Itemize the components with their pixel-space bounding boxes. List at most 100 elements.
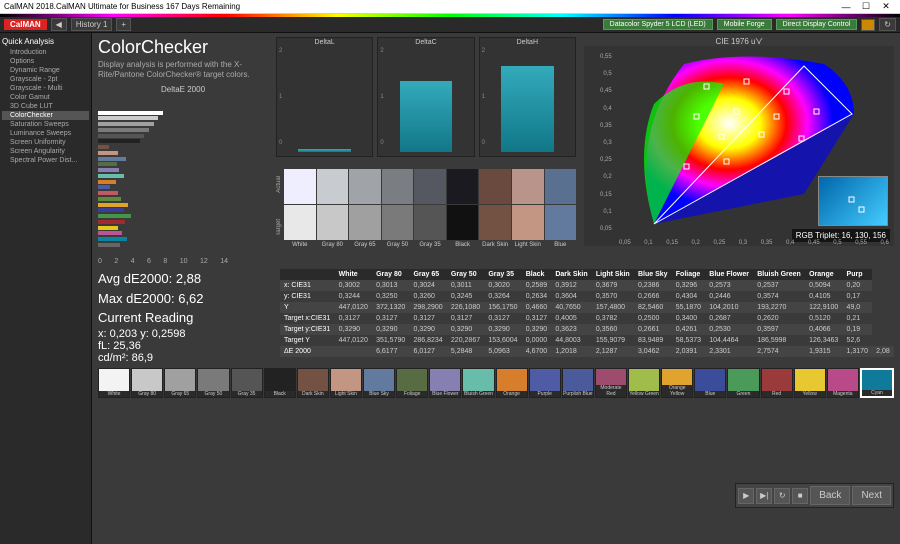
- mini-chart-deltac: DeltaC210: [377, 37, 474, 157]
- bottom-swatch-16[interactable]: Yellow Green: [628, 368, 660, 398]
- de-bar: [98, 162, 117, 166]
- bottom-swatch-10[interactable]: Blue Flower: [429, 368, 461, 398]
- warn-icon[interactable]: [861, 19, 875, 31]
- swatch-1[interactable]: Gray 80: [317, 169, 349, 249]
- bottom-swatch-22[interactable]: Magenta: [827, 368, 859, 398]
- swatch-7[interactable]: Light Skin: [512, 169, 544, 249]
- sidebar-item-5[interactable]: Color Gamut: [2, 93, 89, 102]
- sidebar-item-9[interactable]: Luminance Sweeps: [2, 129, 89, 138]
- maximize-button[interactable]: ☐: [856, 1, 876, 12]
- close-button[interactable]: ✕: [876, 1, 896, 12]
- forge-button[interactable]: Mobile Forge: [717, 19, 772, 30]
- sidebar-item-8[interactable]: Saturation Sweeps: [2, 120, 89, 129]
- table-row: ΔE 20006,61776,01275,28485,09634,67001,2…: [280, 346, 894, 357]
- minimize-button[interactable]: —: [836, 2, 856, 12]
- bottom-swatch-bar: WhiteGray 80Gray 65Gray 50Gray 35BlackDa…: [98, 368, 894, 398]
- swatch-8[interactable]: Blue: [545, 169, 577, 249]
- bottom-swatch-15[interactable]: Moderate Red: [595, 368, 627, 398]
- bottom-swatch-13[interactable]: Purple: [529, 368, 561, 398]
- sidebar-item-6[interactable]: 3D Cube LUT: [2, 102, 89, 111]
- deltae-title: DeltaE 2000: [98, 85, 268, 94]
- fl-reading: fL: 25,36: [98, 340, 270, 352]
- bottom-swatch-9[interactable]: Foliage: [396, 368, 428, 398]
- de-bar: [98, 116, 158, 120]
- stats-panel: Avg dE2000: 2,88 Max dE2000: 6,62 Curren…: [98, 269, 270, 364]
- table-row: Target x:CIE310,31270,31270,31270,31270,…: [280, 313, 894, 324]
- bottom-swatch-2[interactable]: Gray 65: [164, 368, 196, 398]
- back-button[interactable]: Back: [810, 486, 850, 505]
- swatch-3[interactable]: Gray 50: [382, 169, 414, 249]
- thumbnail: [818, 176, 888, 226]
- avg-de: Avg dE2000: 2,88: [98, 269, 270, 289]
- de-bar: [98, 243, 120, 247]
- table-row: Target y:CIE310,32900,32900,32900,32900,…: [280, 324, 894, 335]
- de-bar: [98, 139, 140, 143]
- bottom-swatch-12[interactable]: Orange: [496, 368, 528, 398]
- stop-icon[interactable]: ■: [792, 488, 808, 504]
- refresh-icon[interactable]: ↻: [879, 18, 896, 31]
- app-topbar: CalMAN ◀ History 1 + Datacolor Spyder 5 …: [0, 17, 900, 33]
- page-title: ColorChecker: [98, 37, 268, 58]
- skip-icon[interactable]: ▶|: [756, 488, 772, 504]
- swatch-2[interactable]: Gray 65: [349, 169, 381, 249]
- add-tab-button[interactable]: +: [116, 18, 131, 31]
- sidebar-item-12[interactable]: Spectral Power Dist...: [2, 156, 89, 165]
- bottom-swatch-18[interactable]: Blue: [694, 368, 726, 398]
- bottom-swatch-21[interactable]: Yellow: [794, 368, 826, 398]
- back-arrow-icon[interactable]: ◀: [51, 18, 67, 31]
- swatch-5[interactable]: Black: [447, 169, 479, 249]
- de-bar: [98, 231, 122, 235]
- de-bar: [98, 191, 118, 195]
- bottom-swatch-11[interactable]: Bluish Green: [462, 368, 494, 398]
- bottom-swatch-3[interactable]: Gray 50: [197, 368, 229, 398]
- cie-title: CIE 1976 u'v': [584, 37, 894, 46]
- de-bar: [98, 203, 128, 207]
- sidebar-header: Quick Analysis: [2, 35, 89, 48]
- detector-button[interactable]: Datacolor Spyder 5 LCD (LED): [603, 19, 713, 30]
- bottom-swatch-4[interactable]: Gray 35: [231, 368, 263, 398]
- sidebar-item-4[interactable]: Grayscale - Multi: [2, 84, 89, 93]
- history-tab[interactable]: History 1: [71, 18, 113, 31]
- sidebar-item-7[interactable]: ColorChecker: [2, 111, 89, 120]
- bottom-swatch-8[interactable]: Blue Sky: [363, 368, 395, 398]
- swatch-0[interactable]: White: [284, 169, 316, 249]
- actual-label: Actual: [276, 176, 282, 193]
- sidebar-item-1[interactable]: Options: [2, 57, 89, 66]
- bottom-swatch-20[interactable]: Red: [761, 368, 793, 398]
- de-bar: [98, 134, 144, 138]
- table-row: x: CIE310,30020,30130,30240,30110,30200,…: [280, 280, 894, 291]
- bottom-swatch-6[interactable]: Dark Skin: [297, 368, 329, 398]
- play-icon[interactable]: ▶: [738, 488, 754, 504]
- de-bar: [98, 220, 125, 224]
- sidebar-item-0[interactable]: Introduction: [2, 48, 89, 57]
- table-row: y: CIE310,32440,32500,32600,32450,32640,…: [280, 291, 894, 302]
- table-row: Target Y447,0120351,5790286,8234220,2867…: [280, 335, 894, 346]
- bottom-swatch-5[interactable]: Black: [264, 368, 296, 398]
- sidebar-item-2[interactable]: Dynamic Range: [2, 66, 89, 75]
- swatch-4[interactable]: Gray 35: [414, 169, 446, 249]
- bottom-swatch-1[interactable]: Gray 80: [131, 368, 163, 398]
- table-row: Y447,0120372,1320298,2900226,1080156,175…: [280, 302, 894, 313]
- de-bar: [98, 197, 121, 201]
- de-bar: [98, 157, 126, 161]
- nav-toolbar: ▶ ▶| ↻ ■ Back Next: [735, 483, 894, 508]
- sidebar-item-11[interactable]: Screen Angularity: [2, 147, 89, 156]
- swatch-6[interactable]: Dark Skin: [479, 169, 511, 249]
- bottom-swatch-7[interactable]: Light Skin: [330, 368, 362, 398]
- de-bar: [98, 180, 116, 184]
- next-button[interactable]: Next: [852, 486, 891, 505]
- sidebar-item-10[interactable]: Screen Uniformity: [2, 138, 89, 147]
- de-bar: [98, 168, 119, 172]
- sidebar-item-3[interactable]: Grayscale - 2pt: [2, 75, 89, 84]
- display-control-button[interactable]: Direct Display Control: [776, 19, 858, 30]
- bottom-swatch-14[interactable]: Purplish Blue: [562, 368, 594, 398]
- de-bar: [98, 185, 110, 189]
- window-title: CalMAN 2018.CalMAN Ultimate for Business…: [4, 2, 240, 11]
- bottom-swatch-23[interactable]: Cyan: [860, 368, 894, 398]
- page-subtitle: Display analysis is performed with the X…: [98, 60, 268, 81]
- de-bar: [98, 151, 118, 155]
- repeat-icon[interactable]: ↻: [774, 488, 790, 504]
- bottom-swatch-19[interactable]: Green: [727, 368, 759, 398]
- bottom-swatch-17[interactable]: Orange Yellow: [661, 368, 693, 398]
- bottom-swatch-0[interactable]: White: [98, 368, 130, 398]
